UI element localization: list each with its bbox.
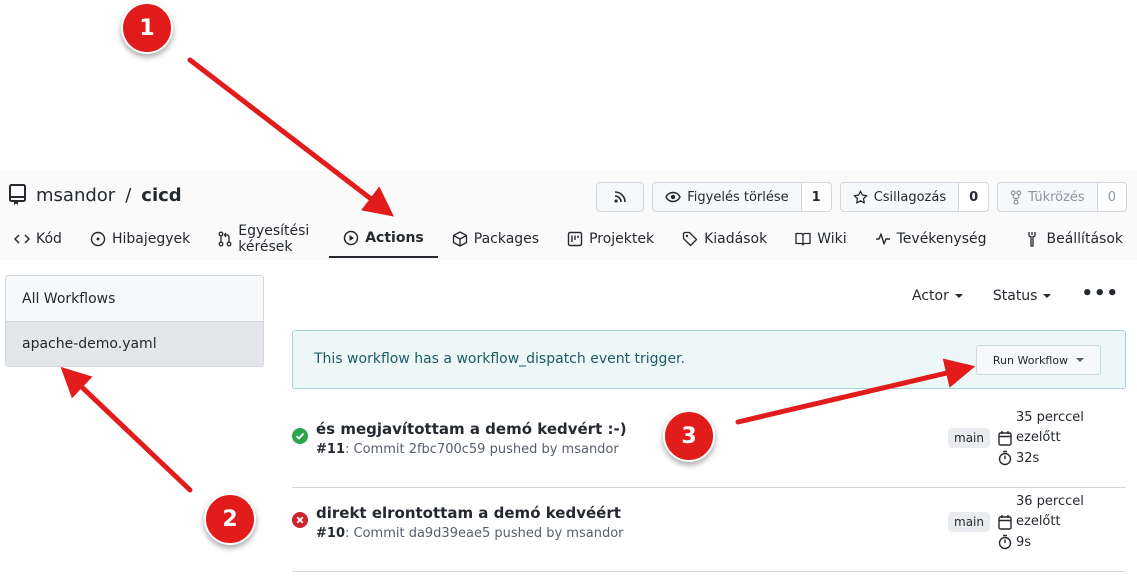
star-icon	[853, 190, 867, 204]
callout-badge-3: 3	[663, 410, 715, 462]
branch-badge[interactable]: main	[948, 512, 990, 532]
tab-settings[interactable]: Beállítások	[1010, 220, 1137, 258]
run-title[interactable]: direkt elrontottam a demó kedvéért	[316, 504, 621, 522]
run-timing: 35 perccel ezelőtt 32s	[998, 408, 1098, 466]
tab-label: Kiadások	[704, 231, 768, 247]
tab-pull-requests[interactable]: Egyesítési kérések	[204, 220, 329, 258]
repo-title: msandor / cicd	[8, 184, 182, 206]
status-filter-label: Status	[992, 288, 1038, 304]
workflow-sidebar: All Workflows apache-demo.yaml	[5, 275, 264, 367]
more-options-button[interactable]: •••	[1081, 283, 1119, 304]
run-time-ago-line2: ezelőtt	[1016, 514, 1061, 529]
tab-packages[interactable]: Packages	[438, 220, 553, 258]
tab-label: Hibajegyek	[111, 231, 191, 247]
tab-actions[interactable]: Actions	[329, 220, 438, 258]
run-time-ago-line2: ezelőtt	[1016, 430, 1061, 445]
watch-label: Figyelés törlése	[687, 189, 789, 205]
rss-icon	[614, 191, 627, 203]
chevron-down-icon	[1043, 294, 1052, 298]
eye-icon	[665, 191, 682, 203]
sidebar-item-label: All Workflows	[22, 290, 116, 307]
sidebar-item-apache-demo[interactable]: apache-demo.yaml	[6, 321, 263, 366]
status-filter-dropdown[interactable]: Status	[993, 288, 1052, 304]
run-commit-info: : Commit 2fbc700c59 pushed by msandor	[344, 442, 619, 457]
repo-owner-link[interactable]: msandor	[36, 185, 115, 206]
watch-count[interactable]: 1	[800, 183, 831, 211]
tab-label: Actions	[365, 230, 424, 246]
workflow-run-row[interactable]: direkt elrontottam a demó kedvéért #10: …	[292, 488, 1126, 572]
branch-badge[interactable]: main	[948, 428, 990, 448]
run-details: #11: Commit 2fbc700c59 pushed by msandor	[316, 442, 619, 457]
fork-icon	[1010, 189, 1022, 205]
run-time-ago-line1: 36 perccel	[1016, 494, 1084, 509]
tab-issues[interactable]: Hibajegyek	[76, 220, 204, 258]
run-filters: Actor Status •••	[912, 283, 1119, 305]
star-count[interactable]: 0	[958, 183, 989, 211]
callout-badge-1: 1	[121, 2, 173, 54]
pulse-icon	[875, 233, 890, 245]
sidebar-item-all-workflows[interactable]: All Workflows	[6, 276, 263, 321]
watch-button[interactable]: Figyelés törlése 1	[652, 182, 832, 212]
issue-icon	[90, 231, 106, 247]
repo-header-buttons: Figyelés törlése 1 Csillagozás 0 Tükrözé…	[596, 182, 1127, 212]
actor-filter-label: Actor	[912, 288, 949, 304]
repo-separator: /	[125, 184, 132, 206]
success-check-icon	[292, 428, 308, 444]
play-icon	[343, 230, 359, 246]
run-number: #10	[316, 526, 345, 541]
run-workflow-button[interactable]: Run Workflow	[975, 345, 1101, 375]
calendar-icon	[998, 515, 1012, 530]
package-icon	[452, 231, 467, 247]
actor-filter-dropdown[interactable]: Actor	[912, 288, 963, 304]
tab-label: Projektek	[589, 231, 655, 247]
tools-icon	[1028, 232, 1037, 247]
chevron-down-icon	[1076, 358, 1084, 362]
rss-button[interactable]	[596, 182, 645, 212]
star-label: Csillagozás	[873, 189, 947, 205]
repo-icon	[9, 184, 26, 205]
run-workflow-label: Run Workflow	[992, 353, 1068, 367]
sidebar-item-label: apache-demo.yaml	[22, 336, 157, 352]
repo-tabs: Kód Hibajegyek Egyesítési kérések Action…	[0, 220, 1137, 260]
run-title[interactable]: és megjavítottam a demó kedvért :-)	[316, 420, 627, 438]
star-button[interactable]: Csillagozás 0	[839, 182, 990, 212]
code-icon	[14, 234, 30, 244]
fork-label: Tükrözés	[1028, 189, 1085, 205]
run-number: #11	[316, 442, 345, 457]
run-details: #10: Commit da9d39eae5 pushed by msandor	[316, 526, 624, 541]
failure-x-icon	[292, 512, 308, 528]
tab-label: Wiki	[817, 231, 847, 247]
arrow-2	[60, 366, 193, 493]
tab-label: Tevékenység	[896, 231, 987, 247]
tab-code[interactable]: Kód	[0, 220, 76, 258]
fork-button[interactable]: Tükrözés 0	[997, 182, 1127, 212]
chevron-down-icon	[954, 294, 963, 298]
project-icon	[567, 231, 583, 247]
run-commit-info: : Commit da9d39eae5 pushed by msandor	[344, 526, 624, 541]
tab-label: Beállítások	[1046, 231, 1123, 247]
callout-badge-2: 2	[204, 493, 256, 545]
run-duration: 9s	[1016, 534, 1032, 550]
dispatch-banner: This workflow has a workflow_dispatch ev…	[292, 330, 1126, 389]
tab-projects[interactable]: Projektek	[553, 220, 668, 258]
run-time-ago-line1: 35 perccel	[1016, 410, 1084, 425]
run-timing: 36 perccel ezelőtt 9s	[998, 492, 1098, 550]
tab-releases[interactable]: Kiadások	[668, 220, 781, 258]
stopwatch-icon	[998, 534, 1012, 550]
calendar-icon	[998, 431, 1012, 446]
tab-label: Egyesítési kérések	[238, 223, 310, 255]
repo-name-link[interactable]: cicd	[141, 185, 181, 206]
run-duration: 32s	[1016, 450, 1040, 466]
tab-label: Kód	[36, 231, 62, 247]
dispatch-message: This workflow has a workflow_dispatch ev…	[314, 351, 685, 367]
pull-request-icon	[218, 231, 232, 247]
stopwatch-icon	[998, 450, 1012, 466]
tab-activity[interactable]: Tevékenység	[861, 220, 1001, 258]
tab-label: Packages	[473, 231, 540, 247]
fork-count[interactable]: 0	[1096, 183, 1126, 211]
tag-icon	[682, 231, 698, 247]
tab-wiki[interactable]: Wiki	[781, 220, 860, 258]
book-icon	[795, 232, 811, 246]
